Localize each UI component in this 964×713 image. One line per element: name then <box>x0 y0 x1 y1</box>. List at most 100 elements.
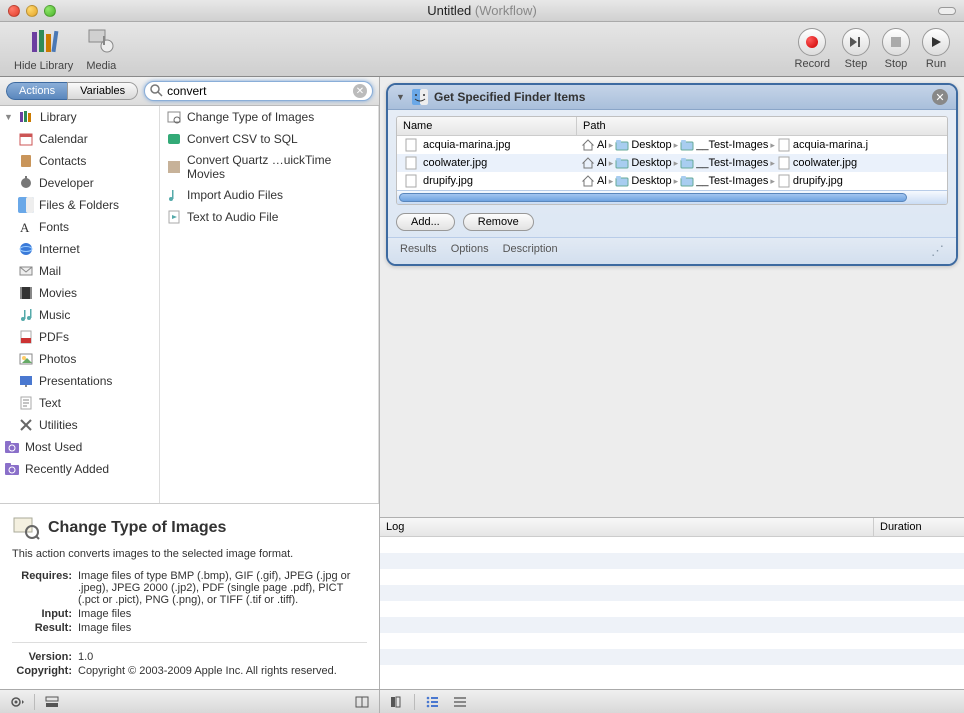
search-result-item[interactable]: Import Audio Files <box>160 184 378 206</box>
step-button[interactable]: Step <box>842 28 870 70</box>
smart-folder-item[interactable]: Most Used <box>0 436 159 458</box>
search-result-item[interactable]: Change Type of Images <box>160 106 378 128</box>
library-categories: ▼ Library Calendar Contacts Developer Files… <box>0 106 160 503</box>
chevron-right-icon: ▸ <box>674 140 679 151</box>
category-item[interactable]: Developer <box>0 172 159 194</box>
category-label: Contacts <box>39 154 86 168</box>
category-item[interactable]: Movies <box>0 282 159 304</box>
file-icon <box>403 155 419 171</box>
record-button[interactable]: Record <box>795 28 830 70</box>
search-result-label: Change Type of Images <box>187 110 314 124</box>
add-button[interactable]: Add... <box>396 213 455 231</box>
step-icon <box>842 28 870 56</box>
library-root-label: Library <box>40 110 77 124</box>
category-item[interactable]: PDFs <box>0 326 159 348</box>
tab-variables[interactable]: Variables <box>67 82 138 100</box>
chevron-right-icon: ▸ <box>770 140 775 151</box>
file-path: Al▸Desktop▸__Test-Images▸acquia-marina.j <box>577 138 947 152</box>
category-item[interactable]: Contacts <box>0 150 159 172</box>
stop-button[interactable]: Stop <box>882 28 910 70</box>
step-label: Step <box>845 58 868 70</box>
file-row[interactable]: coolwater.jpgAl▸Desktop▸__Test-Images▸co… <box>397 154 947 172</box>
remove-button[interactable]: Remove <box>463 213 534 231</box>
toggle-layout-button[interactable] <box>351 693 373 711</box>
finder-icon <box>412 89 428 105</box>
view-list-button[interactable] <box>421 693 443 711</box>
disclosure-triangle[interactable]: ▼ <box>396 92 406 102</box>
category-item[interactable]: Utilities <box>0 414 159 436</box>
category-label: Photos <box>39 352 76 366</box>
smart-folder-item[interactable]: Recently Added <box>0 458 159 480</box>
category-icon <box>18 329 34 345</box>
search-result-item[interactable]: Convert Quartz …uickTime Movies <box>160 150 378 184</box>
category-icon <box>18 285 34 301</box>
category-label: Mail <box>39 264 61 278</box>
file-icon <box>403 173 419 189</box>
chevron-right-icon: ▸ <box>609 176 614 187</box>
hide-library-button[interactable]: Hide Library <box>14 26 73 72</box>
category-item[interactable]: Presentations <box>0 370 159 392</box>
file-row[interactable]: drupify.jpgAl▸Desktop▸__Test-Images▸drup… <box>397 172 947 190</box>
media-button[interactable]: Media <box>85 26 117 72</box>
view-lines-button[interactable] <box>449 693 471 711</box>
footer-options[interactable]: Options <box>451 243 489 259</box>
column-header-name[interactable]: Name <box>397 117 577 135</box>
search-result-item[interactable]: Text to Audio File <box>160 206 378 228</box>
search-result-item[interactable]: Convert CSV to SQL <box>160 128 378 150</box>
chevron-right-icon: ▸ <box>674 158 679 169</box>
search-input[interactable] <box>144 81 373 101</box>
action-type-icon <box>166 209 182 225</box>
hide-library-label: Hide Library <box>14 60 73 72</box>
statusbar <box>0 689 964 713</box>
run-label: Run <box>926 58 946 70</box>
column-header-duration[interactable]: Duration <box>874 518 964 536</box>
category-item[interactable]: Text <box>0 392 159 414</box>
run-button[interactable]: Run <box>922 28 950 70</box>
category-item[interactable]: Files & Folders <box>0 194 159 216</box>
category-item[interactable]: Mail <box>0 260 159 282</box>
category-icon <box>18 395 34 411</box>
action-remove-button[interactable]: ✕ <box>932 89 948 105</box>
category-item[interactable]: AFonts <box>0 216 159 238</box>
action-title: Get Specified Finder Items <box>434 90 585 104</box>
horizontal-scrollbar[interactable] <box>397 190 947 204</box>
chevron-right-icon: ▸ <box>609 140 614 151</box>
run-icon <box>922 28 950 56</box>
column-header-log[interactable]: Log <box>380 518 874 536</box>
category-label: Presentations <box>39 374 112 388</box>
tab-actions[interactable]: Actions <box>6 82 67 100</box>
file-path: Al▸Desktop▸__Test-Images▸drupify.jpg <box>577 174 947 188</box>
action-type-icon <box>166 109 182 125</box>
view-flow-button[interactable] <box>386 693 408 711</box>
category-label: Files & Folders <box>39 198 119 212</box>
action-get-finder-items: ▼ Get Specified Finder Items ✕ Name Path… <box>386 83 958 266</box>
resize-grip-icon[interactable]: ⋰ <box>931 243 944 259</box>
chevron-right-icon: ▸ <box>770 176 775 187</box>
category-item[interactable]: Calendar <box>0 128 159 150</box>
gear-menu-button[interactable] <box>6 693 28 711</box>
footer-results[interactable]: Results <box>400 243 437 259</box>
workflow-canvas[interactable]: ▼ Get Specified Finder Items ✕ Name Path… <box>380 77 964 517</box>
column-header-path[interactable]: Path <box>577 117 947 135</box>
category-label: Internet <box>39 242 80 256</box>
action-type-icon <box>166 131 182 147</box>
file-icon <box>403 137 419 153</box>
preview-icon <box>12 514 40 542</box>
clear-search-button[interactable]: ✕ <box>353 84 367 98</box>
category-label: Movies <box>39 286 77 300</box>
library-root[interactable]: ▼ Library <box>0 106 159 128</box>
file-table: Name Path acquia-marina.jpgAl▸Desktop▸__… <box>396 116 948 205</box>
window-title: Untitled (Workflow) <box>0 3 964 18</box>
category-icon <box>18 153 34 169</box>
file-path: Al▸Desktop▸__Test-Images▸coolwater.jpg <box>577 156 947 170</box>
smart-folder-label: Recently Added <box>25 462 109 476</box>
chevron-right-icon: ▸ <box>674 176 679 187</box>
category-item[interactable]: Photos <box>0 348 159 370</box>
details-title: Change Type of Images <box>48 519 226 537</box>
action-type-icon <box>166 187 182 203</box>
footer-description[interactable]: Description <box>503 243 558 259</box>
file-row[interactable]: acquia-marina.jpgAl▸Desktop▸__Test-Image… <box>397 136 947 154</box>
category-item[interactable]: Internet <box>0 238 159 260</box>
toggle-details-button[interactable] <box>41 693 63 711</box>
category-item[interactable]: Music <box>0 304 159 326</box>
